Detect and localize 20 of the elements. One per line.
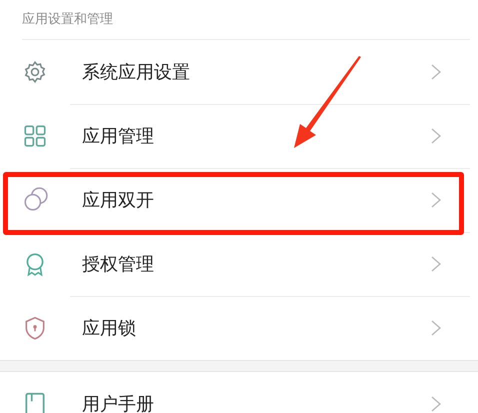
chevron-icon — [430, 395, 442, 413]
settings-row[interactable]: 应用双开 — [0, 168, 478, 232]
row-label: 用户手册 — [82, 393, 155, 413]
chevron-icon — [430, 62, 442, 80]
grid-icon — [22, 123, 48, 149]
row-label: 应用管理 — [82, 124, 155, 148]
settings-row[interactable]: 授权管理 — [0, 232, 478, 296]
settings-row[interactable]: 用户手册 — [0, 372, 478, 413]
chevron-icon — [430, 254, 442, 272]
row-label: 授权管理 — [82, 252, 155, 276]
row-label: 应用双开 — [82, 188, 155, 212]
section-header: 应用设置和管理 — [22, 0, 470, 40]
gear-icon — [22, 59, 48, 85]
chevron-icon — [430, 190, 442, 208]
chevron-icon — [430, 319, 442, 337]
settings-row[interactable]: 应用锁 — [0, 296, 478, 360]
chevron-icon — [430, 126, 442, 144]
row-label: 应用锁 — [82, 317, 137, 340]
circles-icon — [22, 187, 48, 213]
row-label: 系统应用设置 — [82, 60, 191, 84]
